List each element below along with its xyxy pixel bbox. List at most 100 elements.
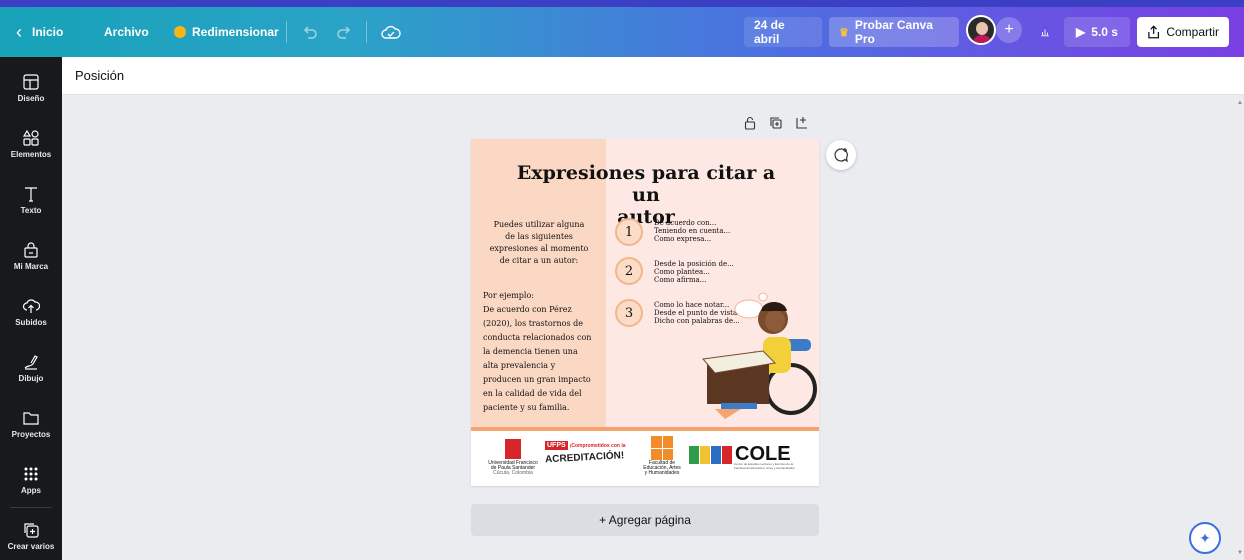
faculty-line: y Humanidades [644, 470, 680, 476]
left-sidebar: Diseño Elementos Texto Mi Marca Subidos … [0, 57, 62, 560]
example-line: (2020), los trastornos de [483, 319, 583, 328]
top-bar: ‹ Inicio Archivo Redimensionar 24 de abr… [0, 7, 1244, 57]
example-line: conducta relacionados con [483, 333, 592, 342]
ufps-badge: UFPS [545, 441, 568, 450]
intro-line: de las siguientes [505, 232, 573, 241]
divider [366, 21, 367, 43]
cole-desc-line: Facultad de Educación, Artes y Humanidad… [734, 465, 795, 470]
faculty-emblem-icon [651, 436, 673, 460]
number-badge: 3 [615, 299, 643, 327]
sidebar-item-elements[interactable]: Elementos [0, 119, 62, 169]
example-line: en la calidad de vida del [483, 389, 582, 398]
layout-icon [23, 74, 39, 90]
file-label: Archivo [104, 25, 149, 39]
back-home-button[interactable]: ‹ Inicio [16, 7, 63, 57]
ufps-shield-icon [505, 439, 521, 459]
sidebar-item-label: Mi Marca [13, 262, 49, 271]
scroll-down-icon: ▼ [1237, 550, 1243, 556]
add-page-button[interactable]: + Agregar página [471, 504, 819, 536]
example-line: paciente y su familia. [483, 403, 570, 412]
undo-icon [303, 26, 317, 39]
phrase: Teniendo en cuenta... [654, 227, 731, 235]
sidebar-item-design[interactable]: Diseño [0, 63, 62, 113]
comment-button[interactable] [826, 140, 856, 170]
number-badge: 2 [615, 257, 643, 285]
redo-button[interactable] [336, 7, 352, 57]
resize-button[interactable]: Redimensionar [174, 7, 279, 57]
intro-line: de citar a un autor: [499, 256, 579, 265]
sidebar-item-brand[interactable]: Mi Marca [0, 231, 62, 281]
sidebar-item-uploads[interactable]: Subidos [0, 287, 62, 337]
sidebar-item-label: Proyectos [11, 430, 51, 439]
sidebar-item-label: Subidos [15, 318, 47, 327]
add-page-icon[interactable] [795, 116, 809, 130]
sidebar-item-draw[interactable]: Dibujo [0, 343, 62, 393]
phrase: Como expresa... [654, 235, 712, 243]
scroll-up-icon: ▲ [1237, 100, 1243, 106]
position-label: Posición [75, 68, 125, 83]
number-text: 2 [624, 263, 634, 279]
sidebar-item-create-multiple[interactable]: Crear varios [0, 513, 62, 559]
divider [286, 21, 287, 43]
top-accent-strip [0, 0, 1244, 7]
resize-label: Redimensionar [192, 25, 279, 39]
sidebar-divider [10, 507, 52, 508]
university-line: Cúcuta, Colombia [493, 470, 533, 476]
intro-line: expresiones al momento [489, 244, 589, 253]
avatar[interactable] [966, 15, 996, 45]
date-title-button[interactable]: 24 de abril [744, 17, 822, 47]
comment-add-icon [834, 148, 848, 163]
present-button[interactable]: ▶ 5.0 s [1064, 17, 1130, 47]
cole-logo: COLE Centro de Estudios Lectores y Escri… [689, 443, 813, 469]
brand-icon [24, 242, 38, 258]
text-icon [25, 187, 37, 202]
context-toolbar: Posición [62, 57, 1244, 95]
sidebar-item-projects[interactable]: Proyectos [0, 399, 62, 449]
logos-strip: Universidad Francisco de Paula Santander… [471, 431, 819, 486]
cole-emblem-icon [689, 445, 732, 464]
sidebar-item-label: Elementos [10, 150, 52, 159]
bar-chart-icon [1041, 29, 1049, 37]
phrase: Como plantea... [654, 268, 710, 276]
lock-icon[interactable] [743, 116, 757, 130]
insights-button[interactable] [1030, 17, 1060, 47]
phrase: Como afirma... [654, 276, 707, 284]
sidebar-item-apps[interactable]: Apps [0, 455, 62, 505]
position-button[interactable]: Posición [75, 57, 124, 94]
play-icon: ▶ [1076, 25, 1086, 39]
pro-label: Probar Canva Pro [854, 18, 933, 46]
undo-button[interactable] [302, 7, 318, 57]
number-text: 1 [624, 224, 634, 240]
duplicate-icon [24, 523, 39, 538]
add-collaborator-button[interactable]: + [996, 17, 1022, 43]
date-label: 24 de abril [754, 18, 785, 46]
back-label: Inicio [32, 25, 64, 39]
design-page[interactable]: Expresiones para citar a un autor Puedes… [471, 139, 819, 486]
sidebar-item-label: Crear varios [7, 542, 55, 551]
sidebar-item-text[interactable]: Texto [0, 175, 62, 225]
vertical-scrollbar[interactable]: ▲ ▼ [1235, 94, 1244, 560]
duration-label: 5.0 s [1091, 25, 1118, 39]
phrase-group: De acuerdo con... Teniendo en cuenta... … [654, 219, 730, 243]
student-reading-illustration [702, 292, 817, 419]
university-logo: Universidad Francisco de Paula Santander… [483, 439, 543, 476]
share-button[interactable]: Compartir [1137, 17, 1229, 47]
try-pro-button[interactable]: ♛ Probar Canva Pro [829, 17, 959, 47]
magic-assistant-button[interactable]: ✦ [1189, 522, 1221, 554]
apps-grid-icon [24, 467, 38, 481]
duplicate-page-icon[interactable] [769, 116, 783, 130]
faculty-logo: Facultad de Educación, Artes y Humanidad… [637, 436, 687, 476]
number-badge: 1 [615, 218, 643, 246]
phrase: Desde la posición de... [654, 260, 734, 268]
sparkle-icon: ✦ [1199, 529, 1211, 546]
page-actions [743, 116, 809, 130]
cloud-save-button[interactable] [381, 7, 401, 57]
share-label: Compartir [1166, 25, 1219, 39]
redo-icon [337, 26, 351, 39]
add-page-label: + Agregar página [599, 513, 691, 527]
example-line: Por ejemplo: [483, 291, 534, 300]
ufps-slogan: ¡Comprometidos con la [569, 442, 626, 449]
example-line: producen un gran impacto [483, 375, 591, 384]
cloud-check-icon [381, 25, 401, 39]
file-menu-button[interactable]: Archivo [104, 7, 149, 57]
